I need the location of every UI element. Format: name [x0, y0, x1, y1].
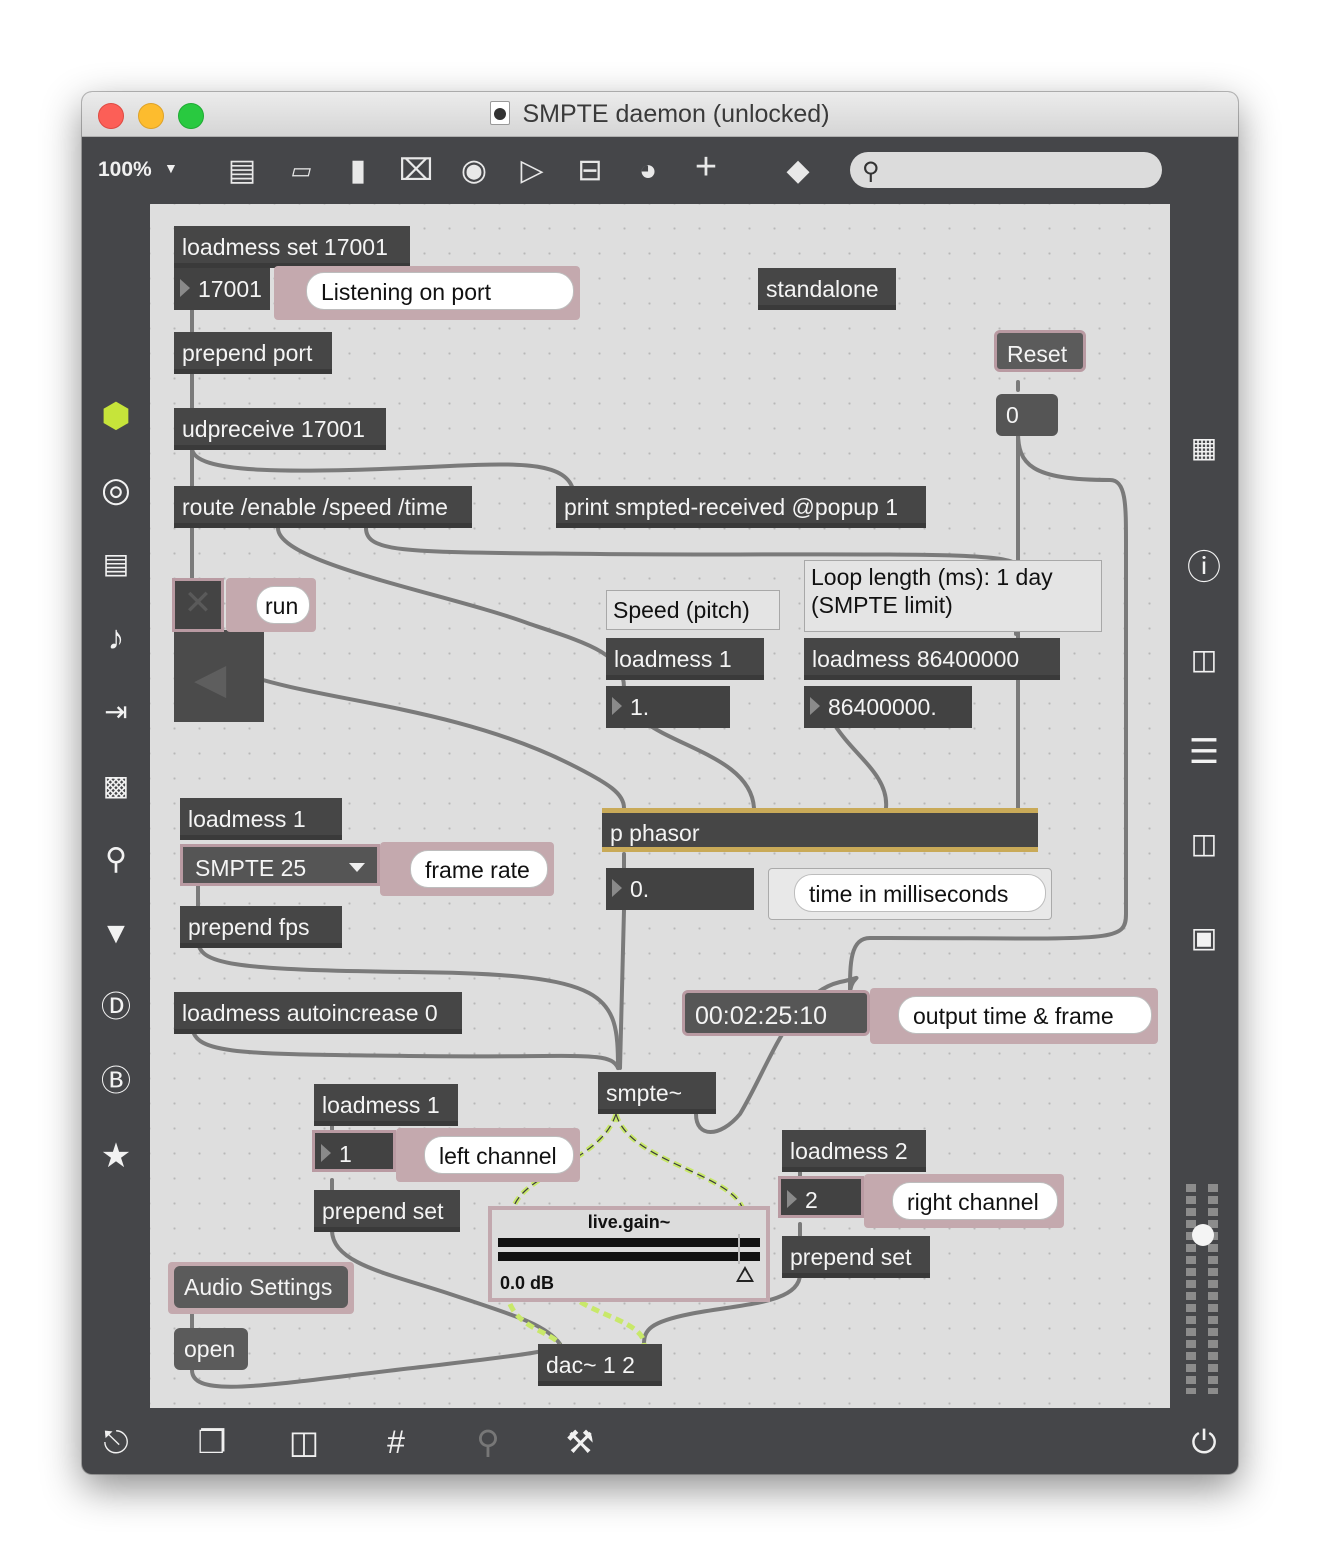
- dac-object[interactable]: dac~ 1 2: [538, 1344, 662, 1386]
- timecode-display[interactable]: 00:02:25:10: [682, 990, 870, 1036]
- list-icon[interactable]: ☰: [1179, 732, 1229, 772]
- port-comment: Listening on port: [306, 272, 574, 310]
- gain-handle-icon[interactable]: [736, 1266, 754, 1282]
- timecode-comment: output time & frame: [898, 996, 1152, 1034]
- target-icon[interactable]: ◎: [91, 470, 141, 510]
- loadmess-speed-object[interactable]: loadmess 1: [606, 638, 764, 680]
- windows-icon[interactable]: ❐: [190, 1424, 234, 1460]
- loadmess-autoincrease-object[interactable]: loadmess autoincrease 0: [174, 992, 462, 1034]
- right-channel-number-box[interactable]: 2: [778, 1176, 864, 1218]
- run-comment: run: [256, 586, 310, 624]
- presentation-icon[interactable]: ◫: [282, 1424, 326, 1460]
- route-object[interactable]: route /enable /speed /time: [174, 486, 472, 528]
- smpte-object[interactable]: smpte~: [598, 1072, 716, 1114]
- music-note-icon[interactable]: ♪: [91, 618, 141, 658]
- dial-icon[interactable]: ◕: [628, 154, 668, 188]
- loadmess-left-object[interactable]: loadmess 1: [314, 1084, 458, 1126]
- power-icon[interactable]: ⏻: [1182, 1424, 1226, 1460]
- playlist-icon[interactable]: ⇥: [91, 692, 141, 732]
- zero-message[interactable]: 0: [996, 394, 1058, 436]
- gain-meter-right: [498, 1252, 760, 1261]
- package-cube-icon[interactable]: ⬢: [91, 396, 141, 436]
- fps-umenu[interactable]: SMPTE 25: [180, 844, 380, 886]
- ezdac-speaker[interactable]: ◀: [174, 630, 264, 722]
- search-field[interactable]: ⚲: [850, 152, 1162, 188]
- fps-comment: frame rate: [410, 850, 548, 888]
- image-icon[interactable]: ▩: [91, 766, 141, 806]
- paint-bucket-icon[interactable]: ◆: [778, 154, 818, 188]
- udpreceive-object[interactable]: udpreceive 17001: [174, 408, 386, 450]
- reset-message[interactable]: Reset: [994, 330, 1086, 372]
- clip-add-icon[interactable]: ⚲: [466, 1424, 510, 1460]
- lock-icon[interactable]: ⎋: [94, 1424, 138, 1460]
- left-channel-comment: left channel: [424, 1136, 574, 1174]
- speed-comment: Speed (pitch): [606, 590, 780, 630]
- ms-comment: time in milliseconds: [794, 874, 1046, 912]
- p-phasor-object[interactable]: p phasor: [602, 808, 1038, 852]
- gain-title: live.gain~: [587, 1212, 671, 1232]
- right-channel-comment: right channel: [892, 1182, 1058, 1220]
- window-title: SMPTE daemon (unlocked): [522, 100, 830, 128]
- star-icon[interactable]: ★: [91, 1136, 141, 1176]
- zoom-level[interactable]: 100%: [98, 158, 152, 182]
- slider-icon[interactable]: ⊟: [570, 154, 610, 188]
- milliseconds-number-box[interactable]: 0.: [606, 868, 754, 910]
- speaker-icon: ◀: [194, 655, 227, 702]
- comment-icon[interactable]: ▮: [338, 154, 378, 188]
- prepend-set-right-object[interactable]: prepend set: [782, 1236, 930, 1278]
- fps-umenu-label: SMPTE 25: [195, 855, 307, 881]
- toggle-x-icon: ✕: [183, 584, 213, 622]
- film-icon[interactable]: ▤: [91, 544, 141, 584]
- columns-icon[interactable]: ◫: [1179, 640, 1229, 680]
- camera-icon[interactable]: ▣: [1179, 918, 1229, 958]
- live-gain-slider[interactable]: live.gain~ 0.0 dB: [488, 1206, 770, 1302]
- search-icon: ⚲: [862, 158, 880, 185]
- object-box-icon[interactable]: ▤: [222, 154, 262, 188]
- prepend-set-left-object[interactable]: prepend set: [314, 1190, 460, 1232]
- v-badge-icon[interactable]: Ⓓ: [91, 988, 141, 1028]
- open-message[interactable]: open: [174, 1328, 248, 1370]
- number-box-icon[interactable]: ▷: [512, 154, 552, 188]
- toggle-icon[interactable]: ⌧: [396, 154, 436, 188]
- loop-length-comment: Loop length (ms): 1 day (SMPTE limit): [804, 560, 1102, 632]
- info-icon[interactable]: ⓘ: [1179, 548, 1229, 588]
- patcher-canvas[interactable]: loadmess set 17001 17001 Listening on po…: [150, 204, 1170, 1408]
- prepend-fps-object[interactable]: prepend fps: [180, 906, 342, 948]
- window-title-container: SMPTE daemon (unlocked): [82, 92, 1238, 136]
- port-number-box[interactable]: 17001: [174, 268, 270, 310]
- b-badge-icon[interactable]: Ⓑ: [91, 1062, 141, 1102]
- add-object-icon[interactable]: +: [686, 148, 726, 186]
- loadmess-right-object[interactable]: loadmess 2: [782, 1130, 926, 1172]
- paperclip-icon[interactable]: ⚲: [91, 840, 141, 880]
- volume-slider-icon[interactable]: [1182, 1184, 1226, 1394]
- zoom-dropdown-icon[interactable]: ▼: [164, 160, 178, 176]
- speed-number-box[interactable]: 1.: [606, 686, 730, 728]
- loadmess-set-object[interactable]: loadmess set 17001: [174, 226, 410, 268]
- patcher-window: SMPTE daemon (unlocked) 100% ▼ ▤ ▭ ▮ ⌧ ◉…: [82, 92, 1238, 1474]
- audio-settings-message[interactable]: Audio Settings: [174, 1266, 348, 1308]
- prepend-port-object[interactable]: prepend port: [174, 332, 332, 374]
- book-icon[interactable]: ◫: [1179, 824, 1229, 864]
- document-icon: [490, 101, 511, 125]
- button-object-icon[interactable]: ◉: [454, 154, 494, 188]
- run-toggle[interactable]: ✕: [172, 578, 224, 632]
- left-channel-number-box[interactable]: 1: [312, 1130, 396, 1172]
- chevron-down-icon: [349, 863, 365, 872]
- gain-meter-left: [498, 1238, 760, 1247]
- loadmess-fps-object[interactable]: loadmess 1: [180, 798, 342, 840]
- gain-position-marker: [738, 1234, 740, 1264]
- message-box-icon[interactable]: ▭: [280, 154, 320, 188]
- title-bar: SMPTE daemon (unlocked): [82, 92, 1238, 137]
- grid-icon[interactable]: #: [374, 1424, 418, 1460]
- loop-number-box[interactable]: 86400000.: [804, 686, 972, 728]
- wrench-icon[interactable]: ⚒: [558, 1424, 602, 1460]
- print-object[interactable]: print smpted-received @popup 1: [556, 486, 926, 528]
- loadmess-loop-object[interactable]: loadmess 86400000: [804, 638, 1060, 680]
- grid-icon[interactable]: ▦: [1179, 428, 1229, 468]
- standalone-object[interactable]: standalone: [758, 268, 896, 310]
- plug-icon[interactable]: ▼: [91, 914, 141, 954]
- gain-db-value: 0.0 dB: [500, 1273, 555, 1293]
